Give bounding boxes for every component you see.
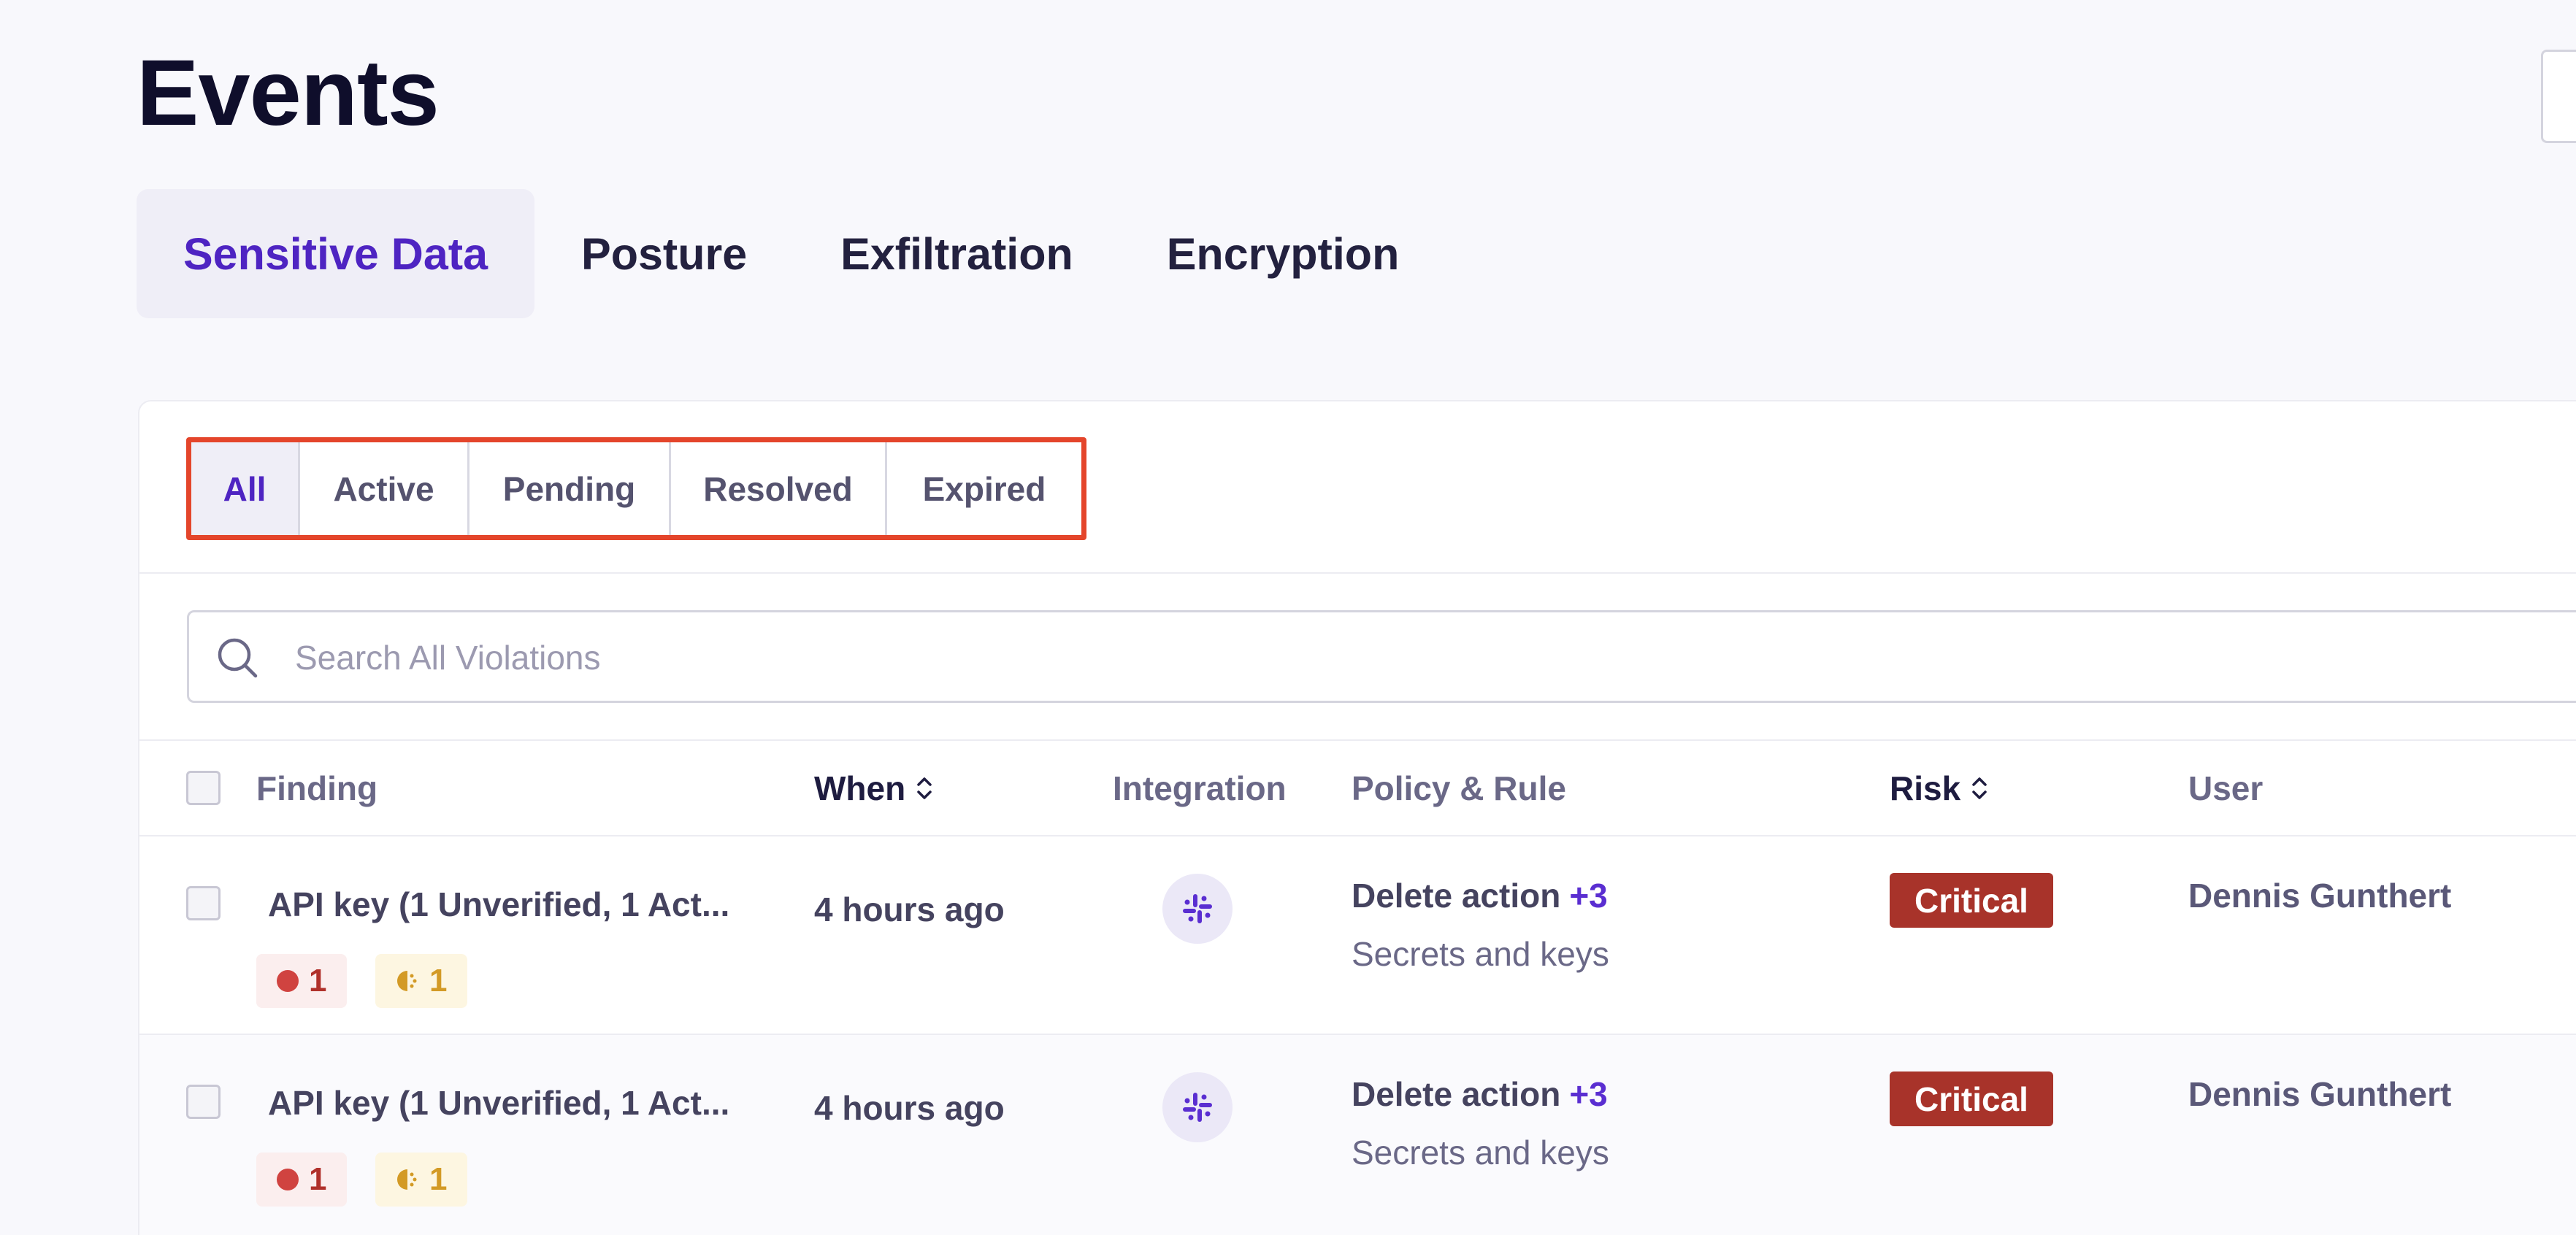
slack-icon[interactable] — [1162, 874, 1233, 944]
critical-dot-icon — [277, 1169, 299, 1190]
column-header-risk[interactable]: Risk — [1890, 766, 1988, 810]
tab-encryption[interactable]: Encryption — [1120, 189, 1446, 318]
risk-badge: Critical — [1890, 1072, 2053, 1126]
divider — [139, 572, 2576, 574]
row-checkbox[interactable] — [186, 886, 221, 920]
user-name: Dennis Gunthert — [2188, 1075, 2452, 1113]
partial-circle-icon — [397, 971, 417, 991]
finding-text[interactable]: API key (1 Unverified, 1 Act... — [268, 1083, 729, 1123]
tab-exfiltration[interactable]: Exfiltration — [794, 189, 1120, 318]
critical-dot-icon — [277, 970, 299, 992]
filter-highlight-box — [186, 437, 1086, 540]
when-text: 4 hours ago — [814, 1089, 1005, 1127]
warning-count: 1 — [429, 963, 448, 999]
divider — [139, 739, 2576, 741]
finding-text[interactable]: API key (1 Unverified, 1 Act... — [268, 885, 729, 924]
column-header-when[interactable]: When — [814, 766, 933, 810]
page-title: Events — [137, 41, 440, 145]
search-input[interactable] — [295, 627, 1755, 688]
policy-more-count[interactable]: +3 — [1569, 1075, 1607, 1113]
column-header-finding: Finding — [256, 769, 378, 807]
tab-posture[interactable]: Posture — [534, 189, 794, 318]
slack-icon[interactable] — [1162, 1072, 1233, 1142]
select-all-checkbox[interactable] — [186, 771, 221, 805]
top-right-button[interactable] — [2541, 50, 2576, 143]
critical-count: 1 — [309, 1161, 327, 1197]
critical-count-pill: 1 — [256, 954, 348, 1008]
risk-badge: Critical — [1890, 873, 2053, 928]
tab-sensitive-data[interactable]: Sensitive Data — [137, 189, 535, 318]
search-bar — [187, 610, 2576, 703]
rule-text: Secrets and keys — [1352, 1134, 1609, 1171]
column-header-integration: Integration — [1113, 769, 1287, 807]
column-header-risk-label: Risk — [1890, 769, 1961, 807]
warning-count: 1 — [429, 1161, 448, 1197]
column-header-policy-rule: Policy & Rule — [1352, 769, 1566, 807]
category-tabs: Sensitive Data Posture Exfiltration Encr… — [137, 189, 1446, 318]
row-checkbox[interactable] — [186, 1085, 221, 1119]
warning-count-pill: 1 — [375, 1153, 468, 1207]
user-name: Dennis Gunthert — [2188, 877, 2452, 915]
when-text: 4 hours ago — [814, 890, 1005, 928]
column-header-when-label: When — [814, 769, 906, 807]
policy-more-count[interactable]: +3 — [1569, 877, 1607, 915]
rule-text: Secrets and keys — [1352, 935, 1609, 973]
policy-text[interactable]: Delete action +3 — [1352, 1074, 1608, 1114]
search-icon — [218, 638, 258, 678]
critical-count: 1 — [309, 963, 327, 999]
sort-icon — [1972, 777, 1987, 799]
divider — [139, 835, 2576, 836]
column-header-user: User — [2188, 769, 2263, 807]
policy-text[interactable]: Delete action +3 — [1352, 876, 1608, 915]
policy-name: Delete action — [1352, 1075, 1561, 1113]
warning-count-pill: 1 — [375, 954, 468, 1008]
sort-icon — [917, 777, 932, 799]
slack-logo-icon — [1183, 1093, 1212, 1122]
slack-logo-icon — [1183, 894, 1212, 923]
critical-count-pill: 1 — [256, 1153, 348, 1207]
partial-circle-icon — [397, 1169, 417, 1190]
policy-name: Delete action — [1352, 877, 1561, 915]
